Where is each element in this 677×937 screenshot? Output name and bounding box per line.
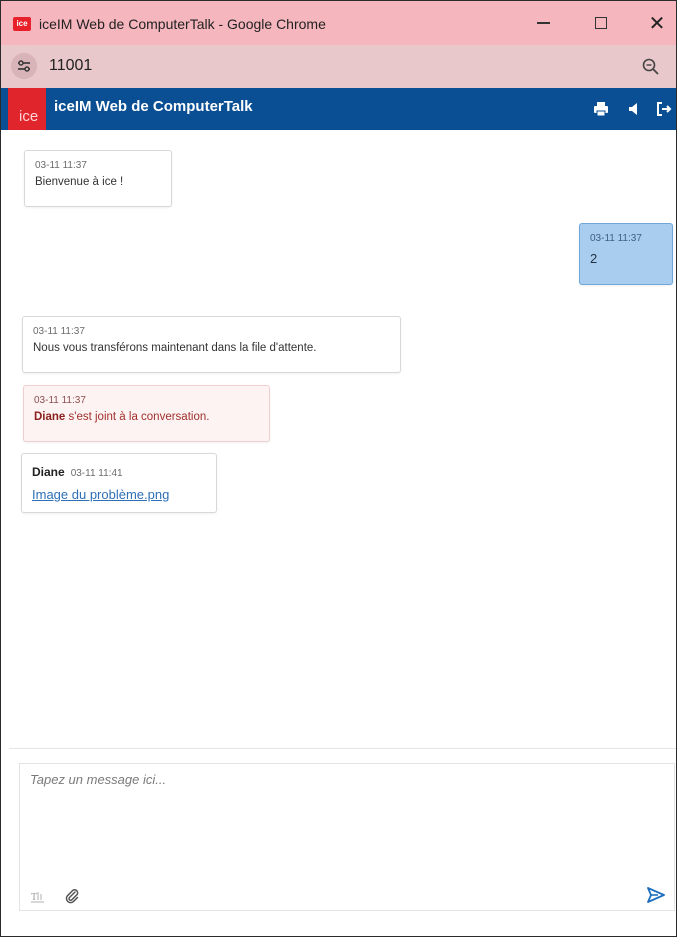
- message-timestamp: 03-11 11:37: [35, 160, 87, 171]
- print-icon[interactable]: [592, 100, 610, 118]
- sound-icon[interactable]: [625, 100, 643, 118]
- own-message-bubble: 03-11 11:37 2: [579, 223, 673, 285]
- join-text: s'est joint à la conversation.: [65, 411, 210, 423]
- attachment-link[interactable]: Image du problème.png: [32, 487, 206, 502]
- address-bar: 11001: [1, 45, 676, 88]
- message-text: Bienvenue à ice !: [35, 176, 124, 188]
- sender-name: Diane: [32, 465, 65, 479]
- app-title: iceIM Web de ComputerTalk: [54, 98, 253, 115]
- message-text: Nous vous transférons maintenant dans la…: [33, 342, 317, 354]
- text-format-icon[interactable]: T: [30, 888, 46, 904]
- message-bubble: Diane 03-11 11:41 Image du problème.png: [21, 453, 217, 513]
- composer-divider: [9, 748, 676, 749]
- send-icon[interactable]: [646, 886, 666, 904]
- window-title: iceIM Web de ComputerTalk - Google Chrom…: [39, 16, 326, 32]
- message-text: 2: [590, 251, 598, 266]
- message-bubble: 03-11 11:37 Bienvenue à ice !: [24, 150, 172, 207]
- message-text: Diane s'est joint à la conversation.: [34, 411, 259, 423]
- system-message-bubble: 03-11 11:37 Diane s'est joint à la conve…: [23, 385, 270, 442]
- message-timestamp: 03-11 11:37: [590, 233, 642, 244]
- paperclip-icon[interactable]: [64, 888, 80, 904]
- app-badge-icon: ice: [13, 17, 31, 31]
- site-settings-icon: [18, 60, 30, 72]
- message-timestamp: 03-11 11:37: [33, 326, 85, 337]
- exit-icon[interactable]: [655, 100, 673, 118]
- title-bar: ice iceIM Web de ComputerTalk - Google C…: [1, 0, 676, 45]
- logo-text: ice: [19, 108, 39, 125]
- close-button[interactable]: ✕: [643, 9, 671, 37]
- message-timestamp: 03-11 11:37: [34, 395, 86, 406]
- maximize-button[interactable]: [587, 9, 615, 37]
- close-icon: ✕: [648, 12, 666, 35]
- minimize-icon: [536, 22, 550, 24]
- zoom-icon[interactable]: [641, 57, 661, 77]
- svg-text:T: T: [31, 892, 37, 903]
- minimize-button[interactable]: [529, 9, 557, 37]
- composer: T: [19, 763, 675, 911]
- message-timestamp: 03-11 11:41: [70, 468, 123, 479]
- message-bubble: 03-11 11:37 Nous vous transférons mainte…: [22, 316, 401, 373]
- app-header: iceIM Web de ComputerTalk: [1, 88, 676, 130]
- url-text[interactable]: 11001: [49, 57, 92, 75]
- maximize-icon: [595, 17, 607, 29]
- message-input[interactable]: [30, 772, 650, 872]
- sender-name: Diane: [34, 411, 66, 423]
- site-info-button[interactable]: [11, 53, 37, 79]
- browser-window: ice iceIM Web de ComputerTalk - Google C…: [0, 0, 677, 937]
